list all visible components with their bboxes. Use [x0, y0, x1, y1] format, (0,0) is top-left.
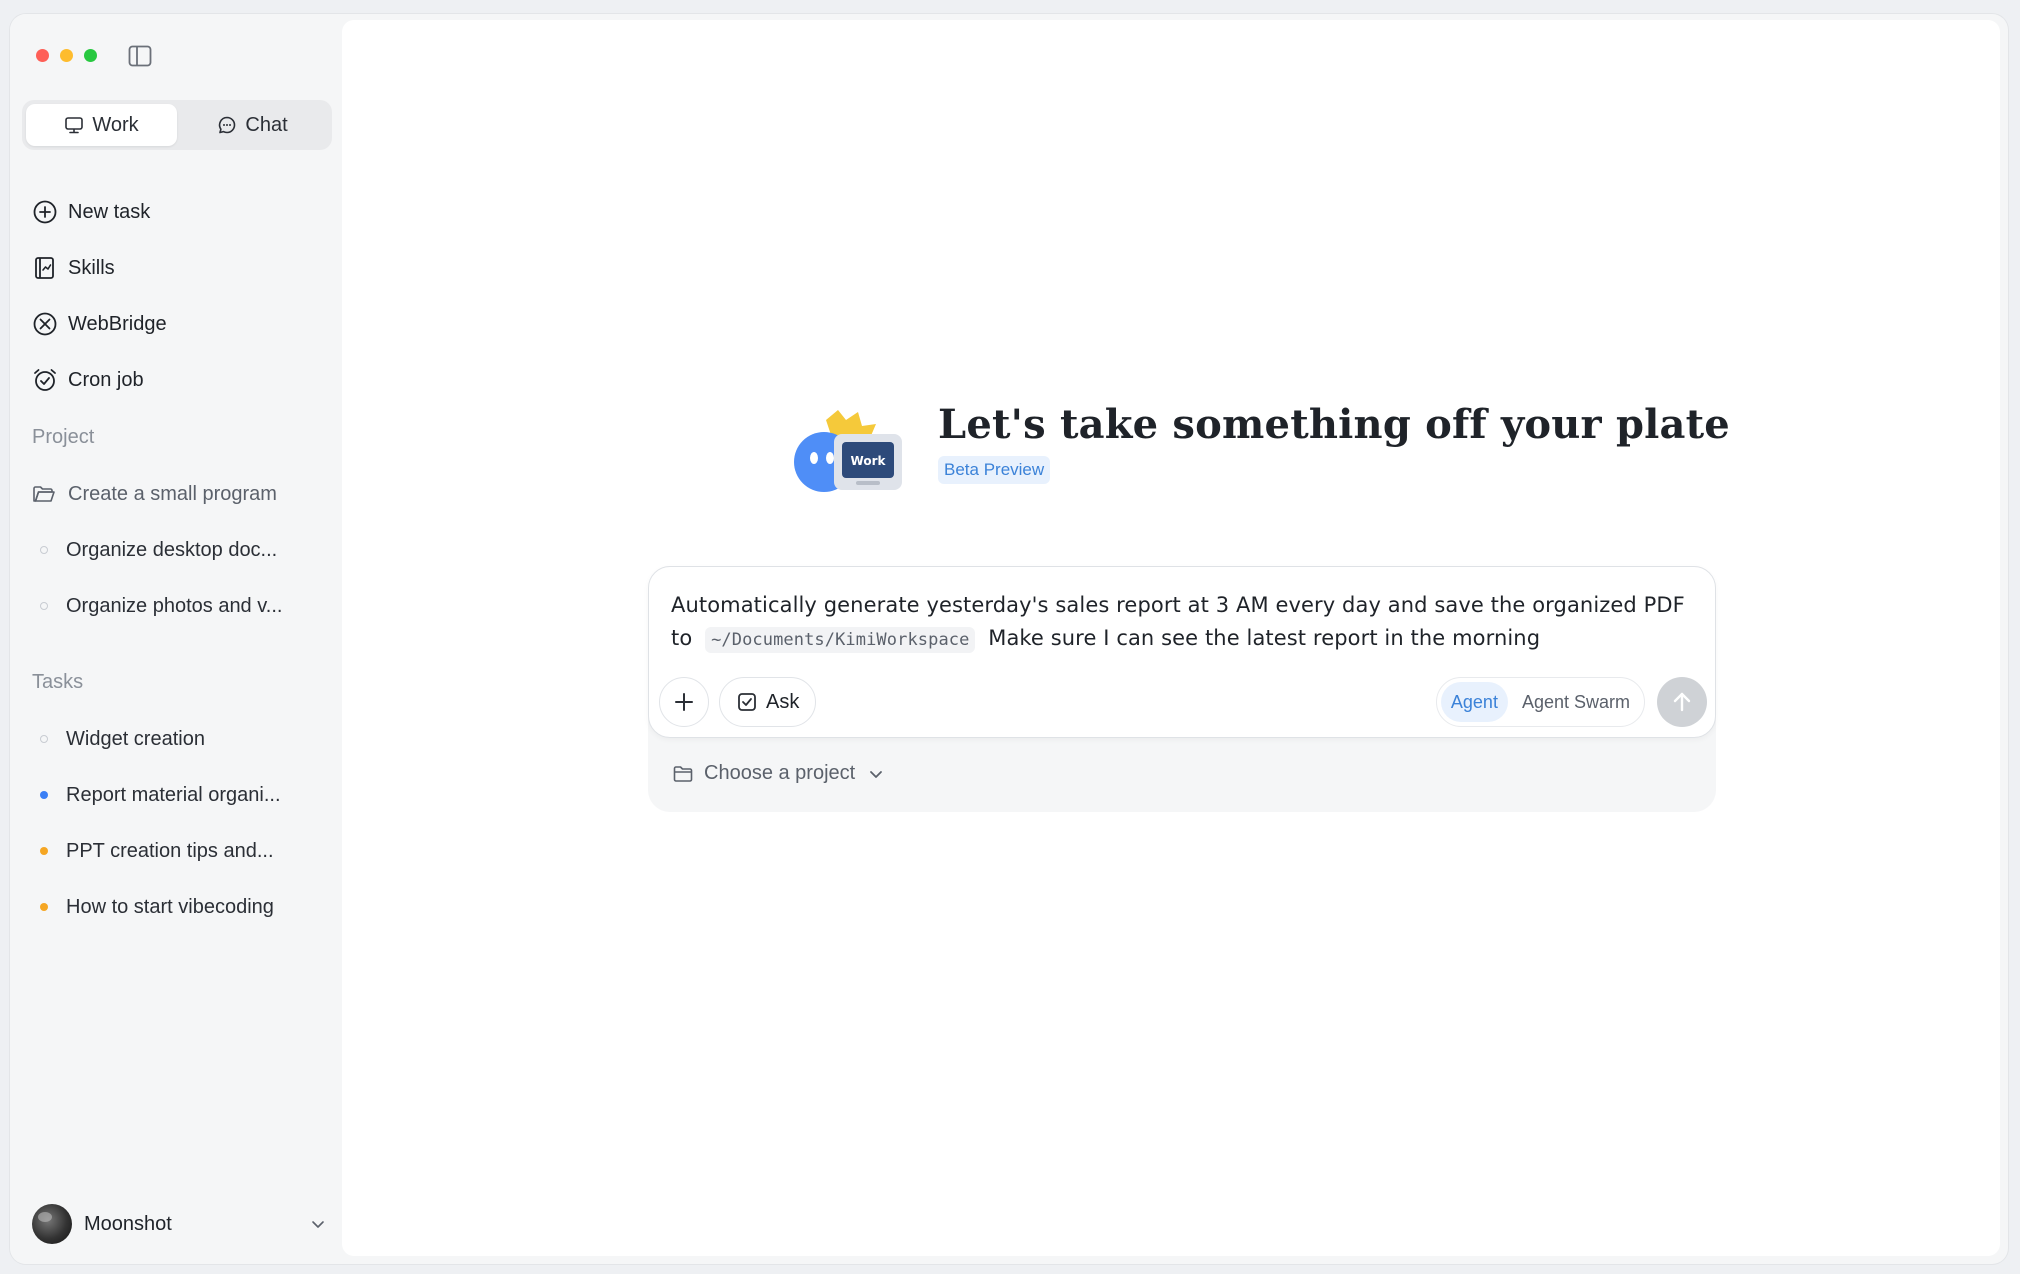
- close-window-button[interactable]: [36, 49, 49, 62]
- avatar: [32, 1204, 72, 1244]
- sidebar: Work Chat New task Skills WebBridge Cron…: [10, 14, 342, 1264]
- task-item[interactable]: PPT creation tips and...: [32, 823, 322, 879]
- task-item-label: Widget creation: [66, 727, 205, 750]
- nav-cron-job-label: Cron job: [68, 368, 144, 391]
- prompt-input[interactable]: Automatically generate yesterday's sales…: [671, 589, 1701, 657]
- mascot-label: Work: [851, 454, 887, 468]
- status-dot: [40, 735, 48, 743]
- project-root-item[interactable]: Create a small program: [32, 466, 322, 522]
- plus-icon: [675, 693, 693, 711]
- main-panel: Work Let's take something off your plate…: [342, 20, 2000, 1256]
- hero: Work Let's take something off your plate…: [786, 400, 1730, 496]
- project-item[interactable]: Organize desktop doc...: [32, 522, 322, 578]
- task-item-label: Report material organi...: [66, 783, 281, 806]
- tasks-section-label: Tasks: [32, 671, 84, 693]
- nav-cron-job[interactable]: Cron job: [32, 352, 167, 408]
- arrow-up-icon: [1673, 692, 1691, 712]
- primary-nav: New task Skills WebBridge Cron job: [32, 184, 167, 408]
- task-item[interactable]: How to start vibecoding: [32, 879, 322, 935]
- status-dot: [40, 847, 48, 855]
- mode-switch: Work Chat: [22, 100, 332, 150]
- tab-work[interactable]: Work: [26, 104, 177, 146]
- folder-icon: [673, 765, 693, 782]
- nav-new-task-label: New task: [68, 200, 151, 223]
- plus-circle-icon: [33, 200, 57, 224]
- prompt-composer[interactable]: Automatically generate yesterday's sales…: [648, 566, 1716, 738]
- zoom-window-button[interactable]: [84, 49, 97, 62]
- task-list: Widget creation Report material organi..…: [32, 711, 322, 935]
- agent-option[interactable]: Agent: [1440, 682, 1508, 722]
- project-item-label: Organize desktop doc...: [66, 538, 278, 561]
- chevron-down-icon: [312, 1221, 324, 1228]
- user-account-menu[interactable]: Moonshot: [32, 1202, 328, 1246]
- chat-bubble-icon: [219, 116, 236, 134]
- add-attachment-button[interactable]: [659, 677, 709, 727]
- composer-container: Automatically generate yesterday's sales…: [648, 566, 1716, 812]
- task-item[interactable]: Widget creation: [32, 711, 322, 767]
- sidebar-toggle-icon[interactable]: [128, 45, 152, 67]
- composer-actions: Ask: [659, 677, 817, 727]
- hero-text: Let's take something off your plate Beta…: [938, 400, 1730, 484]
- prompt-text-after: Make sure I can see the latest report in…: [988, 626, 1541, 650]
- nav-new-task[interactable]: New task: [32, 184, 167, 240]
- chevron-down-icon: [870, 770, 883, 778]
- path-chip[interactable]: ~/Documents/KimiWorkspace: [705, 627, 976, 653]
- status-dot: [40, 791, 48, 799]
- nav-webbridge-label: WebBridge: [68, 312, 167, 335]
- webbridge-icon: [33, 312, 57, 336]
- project-item[interactable]: Organize photos and v...: [32, 578, 322, 634]
- project-list: Create a small program Organize desktop …: [32, 466, 322, 634]
- beta-badge: Beta Preview: [938, 456, 1051, 484]
- task-item-label: How to start vibecoding: [66, 895, 274, 918]
- project-root-label: Create a small program: [68, 482, 277, 505]
- nav-skills[interactable]: Skills: [32, 240, 167, 296]
- choose-project-dropdown[interactable]: Choose a project: [672, 762, 887, 785]
- app-window: Work Chat New task Skills WebBridge Cron…: [10, 14, 2008, 1264]
- nav-skills-label: Skills: [68, 256, 115, 279]
- agent-mode-toggle: Agent Agent Swarm: [1435, 677, 1645, 727]
- project-item-label: Organize photos and v...: [66, 594, 283, 617]
- skills-book-icon: [35, 257, 54, 279]
- status-dot: [40, 546, 48, 554]
- task-item[interactable]: Report material organi...: [32, 767, 322, 823]
- user-name: Moonshot: [84, 1212, 172, 1235]
- minimize-window-button[interactable]: [60, 49, 73, 62]
- alarm-clock-icon: [34, 369, 56, 391]
- choose-project-label: Choose a project: [704, 762, 856, 784]
- work-mascot-illustration: Work: [794, 410, 902, 492]
- shield-check-icon: [738, 693, 756, 711]
- ask-button[interactable]: Ask: [719, 677, 817, 727]
- page-title: Let's take something off your plate: [938, 401, 1730, 448]
- send-button[interactable]: [1657, 677, 1707, 727]
- tab-work-label: Work: [92, 113, 139, 136]
- ask-label: Ask: [766, 690, 800, 713]
- folder-open-icon: [33, 486, 55, 502]
- status-dot: [40, 602, 48, 610]
- tab-chat-label: Chat: [245, 113, 288, 136]
- monitor-icon: [65, 117, 84, 134]
- window-controls: [36, 49, 97, 62]
- nav-webbridge[interactable]: WebBridge: [32, 296, 167, 352]
- agent-swarm-option[interactable]: Agent Swarm: [1512, 682, 1640, 722]
- project-section-label: Project: [32, 426, 95, 448]
- tab-chat[interactable]: Chat: [177, 104, 328, 146]
- status-dot: [40, 903, 48, 911]
- task-item-label: PPT creation tips and...: [66, 839, 274, 862]
